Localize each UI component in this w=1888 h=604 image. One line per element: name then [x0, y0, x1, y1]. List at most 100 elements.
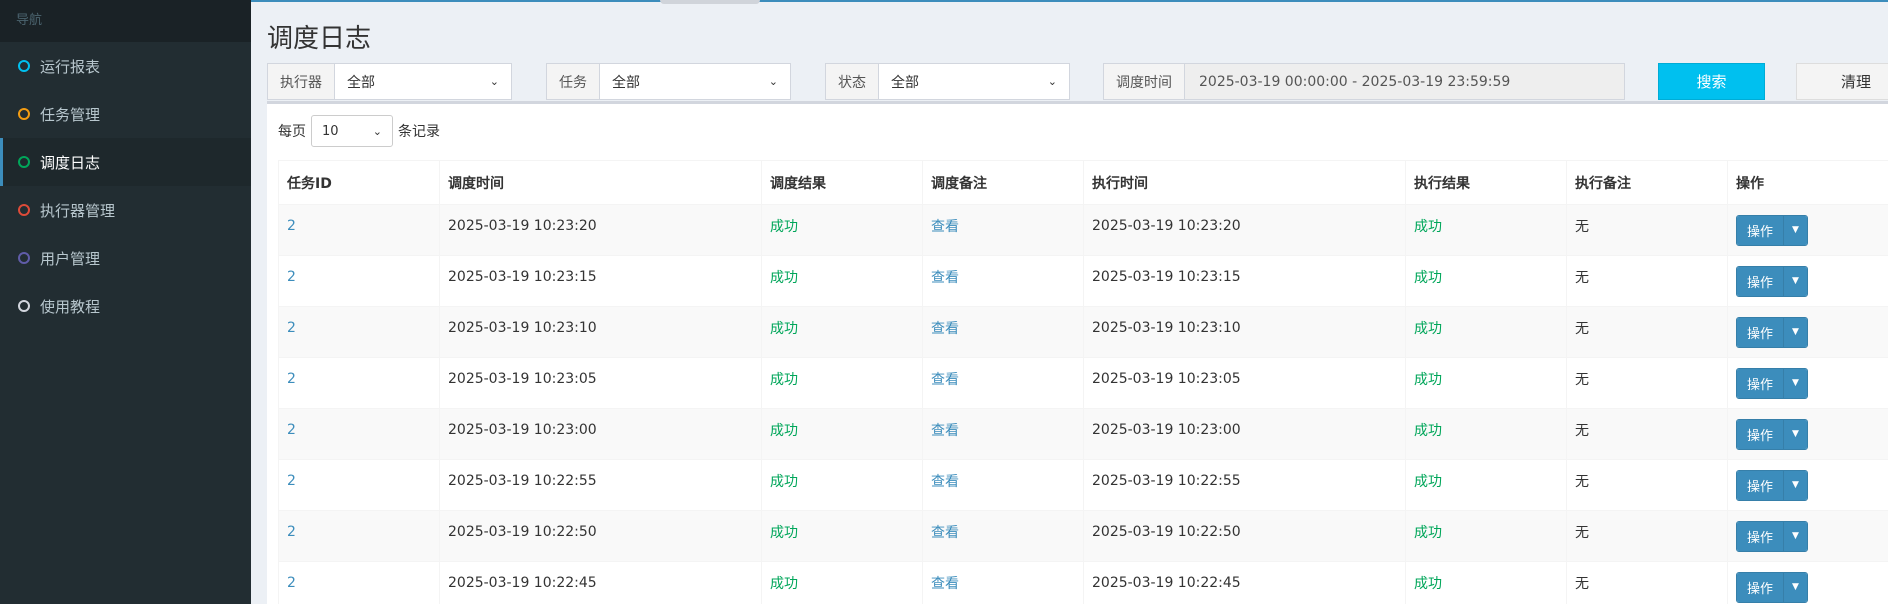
- trigger-time: 2025-03-19 10:22:45: [448, 575, 597, 591]
- circle-icon: [18, 300, 30, 312]
- view-trigger-msg-link[interactable]: 查看: [931, 522, 1075, 542]
- handle-result: 成功: [1414, 372, 1442, 388]
- sidebar-item-label: 任务管理: [40, 105, 101, 124]
- caret-down-icon[interactable]: ▼: [1783, 266, 1807, 296]
- column-header[interactable]: 调度时间: [439, 160, 762, 205]
- executor-filter-label: 执行器: [268, 64, 335, 99]
- column-header[interactable]: 任务ID: [278, 160, 440, 205]
- clear-button[interactable]: 清理: [1796, 63, 1888, 100]
- chevron-down-icon: ⌄: [372, 124, 382, 138]
- sidebar: 导航 运行报表 任务管理 调度日志 执行器管理 用户管理 使用教程: [0, 0, 251, 604]
- time-filter: 调度时间 2025-03-19 00:00:00 - 2025-03-19 23…: [1103, 63, 1625, 100]
- handle-msg: 无: [1575, 270, 1589, 286]
- caret-down-icon[interactable]: ▼: [1783, 521, 1807, 551]
- column-header[interactable]: 执行结果: [1405, 160, 1567, 205]
- row-action-dropdown: 操作 ▼: [1736, 214, 1808, 246]
- task-id-link[interactable]: 2: [287, 371, 431, 387]
- handle-result: 成功: [1414, 576, 1442, 592]
- dispatch-log-table: 任务ID 调度时间 调度结果 调度备注 执行时间 执行结果 执行备注 操作 2 …: [278, 160, 1888, 604]
- handle-time: 2025-03-19 10:23:20: [1092, 218, 1241, 234]
- handle-result: 成功: [1414, 525, 1442, 541]
- task-select[interactable]: 全部 ⌄: [600, 64, 790, 99]
- handle-msg: 无: [1575, 423, 1589, 439]
- sidebar-item-label: 使用教程: [40, 297, 101, 316]
- circle-icon: [18, 108, 30, 120]
- row-action-button[interactable]: 操作: [1737, 317, 1784, 347]
- sidebar-item-tutorial[interactable]: 使用教程: [0, 282, 251, 330]
- row-action-dropdown: 操作 ▼: [1736, 520, 1808, 552]
- view-trigger-msg-link[interactable]: 查看: [931, 216, 1075, 236]
- trigger-result: 成功: [770, 474, 798, 490]
- view-trigger-msg-link[interactable]: 查看: [931, 267, 1075, 287]
- status-select[interactable]: 全部 ⌄: [879, 64, 1069, 99]
- sidebar-item-run-report[interactable]: 运行报表: [0, 42, 251, 90]
- view-trigger-msg-link[interactable]: 查看: [931, 573, 1075, 593]
- row-action-button[interactable]: 操作: [1737, 419, 1784, 449]
- table-row: 2 2025-03-19 10:23:00 成功 查看 2025-03-19 1…: [278, 408, 1888, 460]
- caret-down-icon[interactable]: ▼: [1783, 215, 1807, 245]
- caret-down-icon[interactable]: ▼: [1783, 419, 1807, 449]
- trigger-time: 2025-03-19 10:22:55: [448, 473, 597, 489]
- row-action-button[interactable]: 操作: [1737, 266, 1784, 296]
- row-action-dropdown: 操作 ▼: [1736, 418, 1808, 450]
- row-action-button[interactable]: 操作: [1737, 368, 1784, 398]
- sidebar-item-executor-manage[interactable]: 执行器管理: [0, 186, 251, 234]
- executor-select[interactable]: 全部 ⌄: [335, 64, 511, 99]
- caret-down-icon[interactable]: ▼: [1783, 470, 1807, 500]
- page-title: 调度日志: [267, 24, 372, 54]
- sidebar-item-dispatch-log[interactable]: 调度日志: [0, 138, 251, 186]
- circle-icon: [18, 204, 30, 216]
- caret-down-icon[interactable]: ▼: [1783, 572, 1807, 602]
- executor-filter: 执行器 全部 ⌄: [267, 63, 512, 100]
- caret-down-icon[interactable]: ▼: [1783, 317, 1807, 347]
- table-row: 2 2025-03-19 10:22:55 成功 查看 2025-03-19 1…: [278, 459, 1888, 511]
- table-header-row: 任务ID 调度时间 调度结果 调度备注 执行时间 执行结果 执行备注 操作: [278, 160, 1888, 205]
- handle-msg: 无: [1575, 372, 1589, 388]
- task-id-link[interactable]: 2: [287, 524, 431, 540]
- row-action-button[interactable]: 操作: [1737, 215, 1784, 245]
- task-id-link[interactable]: 2: [287, 320, 431, 336]
- column-header[interactable]: 执行时间: [1083, 160, 1406, 205]
- view-trigger-msg-link[interactable]: 查看: [931, 318, 1075, 338]
- caret-down-icon[interactable]: ▼: [1783, 368, 1807, 398]
- task-filter: 任务 全部 ⌄: [546, 63, 791, 100]
- row-action-button[interactable]: 操作: [1737, 572, 1784, 602]
- column-header[interactable]: 调度结果: [761, 160, 923, 205]
- column-header[interactable]: 调度备注: [922, 160, 1084, 205]
- handle-time: 2025-03-19 10:23:10: [1092, 320, 1241, 336]
- view-trigger-msg-link[interactable]: 查看: [931, 420, 1075, 440]
- trigger-result: 成功: [770, 372, 798, 388]
- row-action-dropdown: 操作 ▼: [1736, 367, 1808, 399]
- view-trigger-msg-link[interactable]: 查看: [931, 471, 1075, 491]
- trigger-result: 成功: [770, 321, 798, 337]
- task-id-link[interactable]: 2: [287, 218, 431, 234]
- sidebar-item-user-manage[interactable]: 用户管理: [0, 234, 251, 282]
- task-id-link[interactable]: 2: [287, 473, 431, 489]
- column-header[interactable]: 执行备注: [1566, 160, 1728, 205]
- task-id-link[interactable]: 2: [287, 422, 431, 438]
- row-action-button[interactable]: 操作: [1737, 470, 1784, 500]
- page-size-select[interactable]: 10 ⌄: [311, 115, 393, 147]
- time-range-input[interactable]: 2025-03-19 00:00:00 - 2025-03-19 23:59:5…: [1185, 64, 1624, 99]
- page-size-value: 10: [322, 123, 339, 139]
- search-button[interactable]: 搜索: [1658, 63, 1765, 100]
- view-trigger-msg-link[interactable]: 查看: [931, 369, 1075, 389]
- status-filter: 状态 全部 ⌄: [825, 63, 1070, 100]
- row-action-button[interactable]: 操作: [1737, 521, 1784, 551]
- handle-time: 2025-03-19 10:22:50: [1092, 524, 1241, 540]
- page-size-control: 每页 10 ⌄ 条记录: [278, 115, 440, 147]
- trigger-result: 成功: [770, 423, 798, 439]
- task-id-link[interactable]: 2: [287, 269, 431, 285]
- trigger-time: 2025-03-19 10:23:05: [448, 371, 597, 387]
- sidebar-item-task-manage[interactable]: 任务管理: [0, 90, 251, 138]
- task-id-link[interactable]: 2: [287, 575, 431, 591]
- handle-result: 成功: [1414, 321, 1442, 337]
- handle-msg: 无: [1575, 219, 1589, 235]
- handle-result: 成功: [1414, 219, 1442, 235]
- handle-time: 2025-03-19 10:22:55: [1092, 473, 1241, 489]
- row-action-dropdown: 操作 ▼: [1736, 469, 1808, 501]
- trigger-time: 2025-03-19 10:23:10: [448, 320, 597, 336]
- trigger-time: 2025-03-19 10:23:00: [448, 422, 597, 438]
- trigger-result: 成功: [770, 219, 798, 235]
- table-row: 2 2025-03-19 10:22:50 成功 查看 2025-03-19 1…: [278, 510, 1888, 562]
